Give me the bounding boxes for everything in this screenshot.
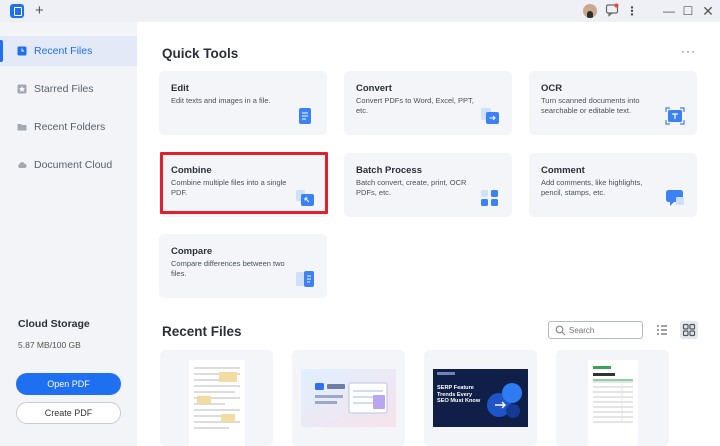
file-thumbnail-cost-summary — [588, 360, 638, 446]
sidebar-item-label: Recent Folders — [34, 121, 106, 133]
tool-card-compare[interactable]: Compare Compare differences between two … — [159, 234, 327, 298]
file-thumbnail-serp-cover: SERP Feature Trends Every SEO Must Know — [433, 369, 528, 427]
more-horizontal-icon[interactable]: ··· — [681, 44, 696, 58]
minimize-icon[interactable]: — — [661, 3, 677, 19]
edit-doc-icon — [299, 108, 311, 124]
recent-file-card[interactable] — [292, 350, 405, 446]
tool-card-description: Compare differences between two files. — [171, 259, 285, 278]
tool-card-title: Comment — [541, 165, 585, 176]
combine-doc-icon — [296, 190, 314, 206]
batch-grid-icon — [481, 190, 498, 206]
tool-card-convert[interactable]: Convert Convert PDFs to Word, Excel, PPT… — [344, 71, 512, 135]
cloud-icon — [18, 162, 27, 168]
title-bar: + ⋮ — ☐ ✕ — [0, 0, 720, 22]
tool-card-description: Edit texts and images in a file. — [171, 96, 271, 105]
tool-card-description: Batch convert, create, print, OCR PDFs, … — [356, 178, 467, 197]
tool-card-ocr[interactable]: OCR Turn scanned documents into searchab… — [529, 71, 697, 135]
tool-card-description: Convert PDFs to Word, Excel, PPT, etc. — [356, 96, 474, 115]
main-panel: Quick Tools ··· Edit Edit texts and imag… — [137, 22, 720, 446]
user-avatar[interactable] — [583, 4, 597, 18]
search-input[interactable] — [569, 324, 639, 336]
grid-view-icon[interactable] — [680, 321, 698, 339]
recent-files-title: Recent Files — [162, 324, 242, 339]
list-view-icon[interactable] — [653, 321, 671, 339]
convert-doc-icon — [481, 108, 499, 124]
tool-card-combine[interactable]: Combine Combine multiple files into a si… — [159, 153, 327, 217]
recent-file-card[interactable] — [556, 350, 669, 446]
tool-card-description: Add comments, like highlights, pencil, s… — [541, 178, 643, 197]
more-options-icon[interactable]: ⋮ — [624, 3, 640, 19]
app-logo-icon — [10, 4, 24, 18]
sidebar-item-recent-folders[interactable]: Recent Folders — [0, 112, 137, 142]
recent-file-card[interactable] — [160, 350, 273, 446]
cloud-storage-title: Cloud Storage — [18, 318, 90, 330]
open-pdf-button[interactable]: Open PDF — [16, 373, 121, 395]
sidebar-item-document-cloud[interactable]: Document Cloud — [0, 150, 137, 180]
compare-doc-icon — [296, 271, 314, 287]
search-box[interactable] — [548, 321, 643, 339]
tool-card-title: Batch Process — [356, 165, 423, 176]
search-icon — [555, 325, 566, 336]
tool-card-edit[interactable]: Edit Edit texts and images in a file. — [159, 71, 327, 135]
tool-card-description: Combine multiple files into a single PDF… — [171, 178, 287, 197]
cloud-storage-usage: 5.87 MB/100 GB — [18, 340, 81, 350]
sidebar-item-label: Recent Files — [34, 45, 93, 57]
quick-tools-title: Quick Tools — [162, 46, 239, 61]
sidebar-item-recent-files[interactable]: Recent Files — [0, 36, 137, 66]
sidebar-item-label: Starred Files — [34, 83, 94, 95]
tool-card-comment[interactable]: Comment Add comments, like highlights, p… — [529, 153, 697, 217]
sidebar-item-label: Document Cloud — [34, 159, 113, 171]
sidebar: Recent Files Starred Files Recent Folder… — [0, 22, 137, 446]
ocr-scan-icon — [665, 107, 685, 125]
recent-file-card[interactable]: SERP Feature Trends Every SEO Must Know — [424, 350, 537, 446]
star-icon — [17, 84, 27, 94]
clock-icon — [17, 46, 27, 56]
tool-card-title: Convert — [356, 83, 392, 94]
tool-card-description: Turn scanned documents into searchable o… — [541, 96, 640, 115]
create-pdf-button[interactable]: Create PDF — [16, 402, 121, 424]
tool-card-title: Compare — [171, 246, 213, 257]
new-tab-button[interactable]: + — [35, 1, 44, 21]
file-thumbnail-form-document — [189, 360, 245, 446]
comment-bubble-icon — [666, 190, 684, 206]
maximize-icon[interactable]: ☐ — [680, 3, 696, 19]
close-icon[interactable]: ✕ — [700, 3, 716, 19]
serp-cover-text: SERP Feature Trends Every SEO Must Know — [437, 385, 481, 405]
tool-card-title: OCR — [541, 83, 563, 94]
folder-icon — [17, 124, 27, 131]
tool-card-title: Combine — [171, 165, 212, 176]
sidebar-item-starred-files[interactable]: Starred Files — [0, 74, 137, 104]
tool-card-title: Edit — [171, 83, 189, 94]
file-thumbnail-product-banner — [301, 369, 396, 427]
tool-card-batch-process[interactable]: Batch Process Batch convert, create, pri… — [344, 153, 512, 217]
message-icon[interactable] — [605, 3, 621, 19]
